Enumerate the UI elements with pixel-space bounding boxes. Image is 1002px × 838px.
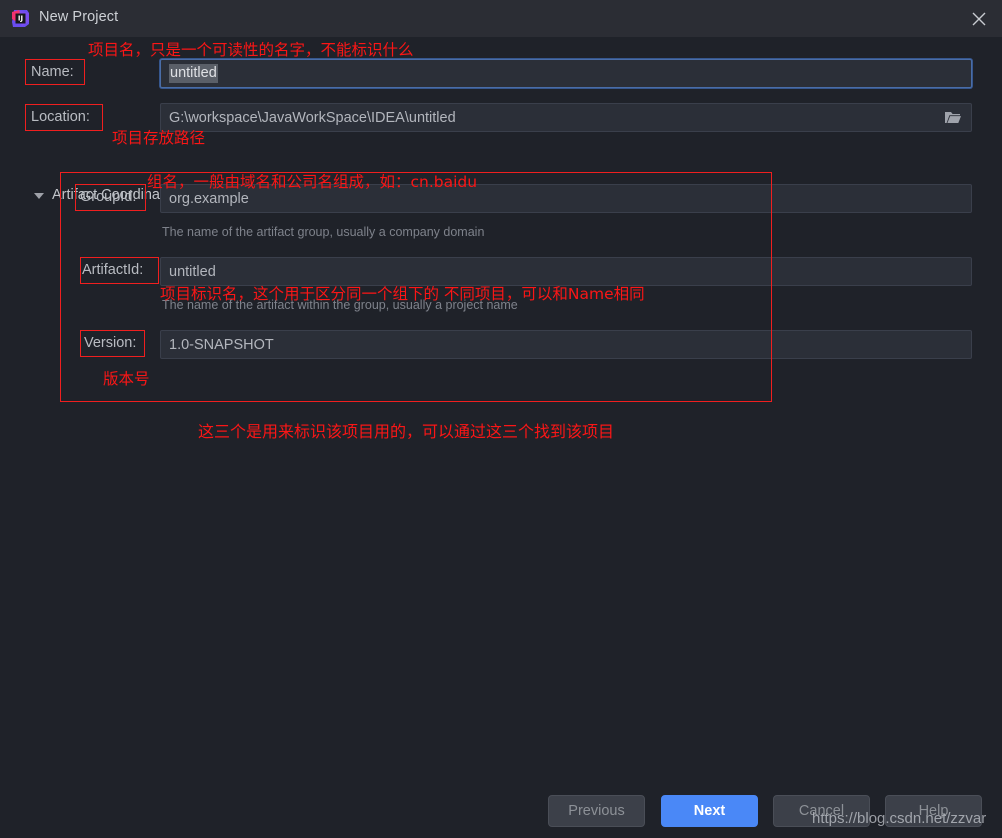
name-input-value: untitled <box>169 64 218 83</box>
intellij-idea-icon: IJ <box>11 9 30 28</box>
location-label: Location: <box>31 109 90 125</box>
version-input-value: 1.0-SNAPSHOT <box>169 336 274 353</box>
name-input[interactable]: untitled <box>160 59 972 88</box>
groupid-hint: The name of the artifact group, usually … <box>162 225 485 239</box>
next-button-label: Next <box>693 803 726 819</box>
window-title: New Project <box>39 9 119 25</box>
annotation-name-note: 项目名，只是一个可读性的名字，不能标识什么 <box>88 41 414 59</box>
next-button[interactable]: Next <box>661 795 758 827</box>
version-input[interactable]: 1.0-SNAPSHOT <box>160 330 972 359</box>
location-input[interactable]: G:\workspace\JavaWorkSpace\IDEA\untitled <box>160 103 972 132</box>
help-button-label: Help <box>918 803 949 819</box>
annotation-summary-note: 这三个是用来标识该项目用的，可以通过这三个找到该项目 <box>198 422 615 441</box>
artifactid-input-value: untitled <box>169 263 216 280</box>
artifactid-label: ArtifactId: <box>82 262 144 278</box>
help-button[interactable]: Help <box>885 795 982 827</box>
groupid-input[interactable]: org.example <box>160 184 972 213</box>
groupid-label: GroupId: <box>80 189 137 205</box>
location-input-value: G:\workspace\JavaWorkSpace\IDEA\untitled <box>169 109 456 126</box>
chevron-down-icon <box>34 192 44 199</box>
name-label: Name: <box>31 64 74 80</box>
cancel-button[interactable]: Cancel <box>773 795 870 827</box>
artifactid-hint: The name of the artifact within the grou… <box>162 298 518 312</box>
folder-icon[interactable] <box>938 104 968 131</box>
previous-button-label: Previous <box>568 803 625 819</box>
title-bar: IJ New Project <box>0 0 1002 37</box>
dialog-body: Name: untitled Location: G:\workspace\Ja… <box>0 37 1002 838</box>
close-icon[interactable] <box>956 0 1002 37</box>
version-label: Version: <box>84 335 137 351</box>
cancel-button-label: Cancel <box>798 803 845 819</box>
groupid-input-value: org.example <box>169 190 249 207</box>
svg-text:IJ: IJ <box>18 15 23 23</box>
previous-button[interactable]: Previous <box>548 795 645 827</box>
annotation-version-note: 版本号 <box>103 370 150 388</box>
artifactid-input[interactable]: untitled <box>160 257 972 286</box>
